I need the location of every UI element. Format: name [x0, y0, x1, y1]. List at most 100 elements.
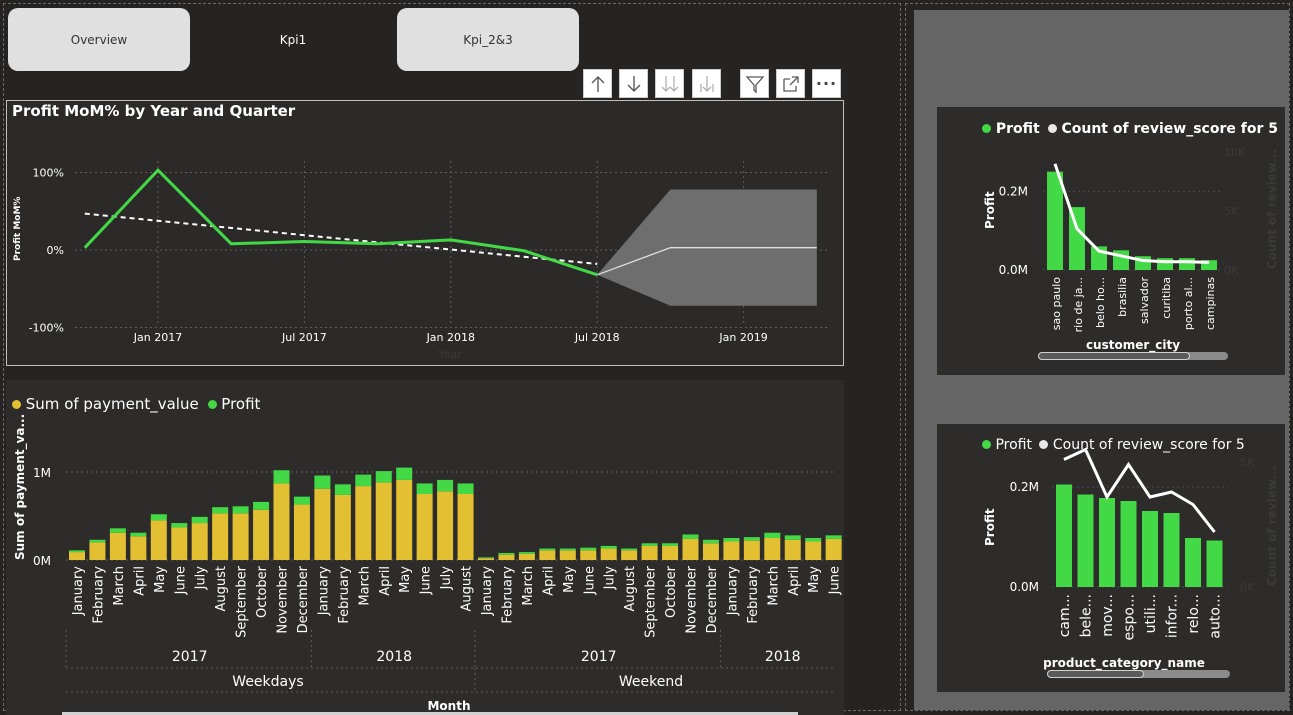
x-tick-label: April [132, 566, 147, 596]
tab-kpi1[interactable]: Kpi1 [202, 8, 384, 71]
bar-payment [437, 491, 454, 560]
x-tick-label: November [276, 565, 291, 633]
bar-payment [723, 541, 740, 560]
x-tick-label: August [623, 566, 638, 612]
bar-payment [478, 558, 494, 560]
x-tick-label: December [705, 565, 720, 633]
bar-profit [702, 539, 719, 544]
y-tick-label: 0.2M [1010, 480, 1039, 494]
x-tick-label: February [91, 566, 106, 624]
year-group-label: 2017 [172, 649, 208, 665]
bar-payment [89, 542, 106, 560]
x-tick-label: December [296, 565, 311, 633]
x-tick-label: brasilia [1116, 277, 1129, 317]
x-tick-label: May [398, 566, 413, 593]
bar-payment [580, 550, 597, 560]
bar-profit [89, 539, 106, 543]
more-options-icon: ··· [815, 74, 838, 93]
payment-profit-plot: Sum of payment_va... Month 1M 0M January Fe… [13, 414, 843, 713]
y-axis-label: Sum of payment_va... [13, 414, 28, 560]
x-tick-label: June [419, 566, 434, 595]
x-tick-label: May [153, 566, 168, 593]
drill-up-button[interactable] [583, 69, 612, 98]
x-tick-label: August [460, 566, 475, 612]
bar-profit [682, 534, 699, 539]
filter-button[interactable] [740, 69, 769, 98]
y-axis-label: Profit [983, 191, 997, 229]
bar-payment [273, 483, 290, 560]
bar-profit [375, 471, 392, 483]
y-tick-label: 100% [33, 167, 64, 180]
bar-profit [293, 496, 310, 505]
bar-profit [1185, 538, 1201, 587]
bar-payment [375, 482, 392, 560]
x-tick-label: mov... [1100, 594, 1116, 637]
bar-profit [518, 552, 535, 554]
x-tick-label: May [807, 566, 822, 593]
city-scrollbar-thumb[interactable] [1038, 352, 1190, 360]
x-tick-label: March [766, 566, 781, 606]
daytype-group-label: Weekend [619, 674, 683, 690]
bar-profit [743, 537, 760, 541]
tab-kpi-2-3[interactable]: Kpi_2&3 [397, 8, 579, 71]
x-tick-label: curitiba [1160, 277, 1173, 319]
year-group-label: 2017 [581, 649, 617, 665]
bar-profit [1142, 511, 1158, 587]
bar-payment [805, 541, 822, 560]
bar-payment [539, 550, 556, 560]
x-axis-label: product_category_name [1043, 656, 1205, 671]
expand-hierarchy-button[interactable] [692, 69, 721, 98]
x-tick-label: April [541, 566, 556, 596]
y-axis-label: Profit MoM% [13, 197, 23, 261]
bar-payment [764, 538, 781, 560]
bar-profit [109, 528, 126, 533]
x-tick-label: February [746, 566, 761, 624]
bar-profit [1047, 171, 1063, 270]
x-tick-label: utili... [1143, 594, 1159, 633]
bar-profit [150, 514, 167, 521]
category-scrollbar-thumb[interactable] [1047, 670, 1144, 678]
category-chart-card[interactable]: Profit Count of review_score for 5 Profi… [937, 424, 1285, 692]
x-tick-label: Jul 2017 [281, 331, 327, 344]
more-options-button[interactable]: ··· [812, 69, 841, 98]
bar-payment [191, 523, 208, 560]
y2-tick-label: 5K [1240, 456, 1255, 469]
next-level-button[interactable] [655, 69, 684, 98]
x-tick-label: bele... [1079, 594, 1095, 637]
bar-profit [1179, 258, 1195, 270]
payment-profit-chart-card[interactable]: Sum of payment_value Profit Sum of payme… [6, 380, 844, 715]
bar-payment [743, 540, 760, 560]
x-tick-label: campinas [1204, 277, 1217, 330]
bar-profit [191, 516, 208, 524]
x-axis-label: Month [427, 699, 470, 713]
daytype-group-label: Weekdays [232, 674, 303, 690]
focus-mode-button[interactable] [776, 69, 805, 98]
x-tick-label: March [521, 566, 536, 606]
bar-profit [437, 479, 454, 492]
x-tick-label: February [500, 566, 515, 624]
bar-payment [396, 479, 413, 560]
profit-mom-chart-card[interactable]: Profit MoM% by Year and Quarter Profit M… [6, 100, 844, 366]
x-tick-label: porto al... [1182, 277, 1195, 330]
bar-profit [457, 483, 474, 494]
city-chart-card[interactable]: Profit Count of review_score for 5 Profi… [937, 107, 1285, 375]
year-group-label: 2018 [376, 649, 412, 665]
expand-hierarchy-icon [699, 75, 714, 92]
x-tick-label: February [337, 566, 352, 624]
bar-payment [355, 486, 372, 560]
x-tick-label: cam... [1057, 594, 1073, 637]
x-tick-label: March [112, 566, 127, 606]
bar-profit [498, 552, 515, 555]
tab-overview[interactable]: Overview [8, 8, 190, 71]
bar-profit [662, 543, 679, 546]
bar-payment [600, 548, 617, 560]
drill-down-button[interactable] [619, 69, 648, 98]
bar-payment [621, 550, 638, 560]
bar-payment [334, 494, 351, 560]
profit-mom-line [83, 168, 598, 277]
bar-profit [764, 532, 781, 538]
bar-profit [314, 475, 331, 489]
y2-tick-label: 5K [1224, 205, 1239, 218]
x-tick-label: sao paulo [1050, 277, 1063, 330]
x-tick-label: June [173, 566, 188, 595]
